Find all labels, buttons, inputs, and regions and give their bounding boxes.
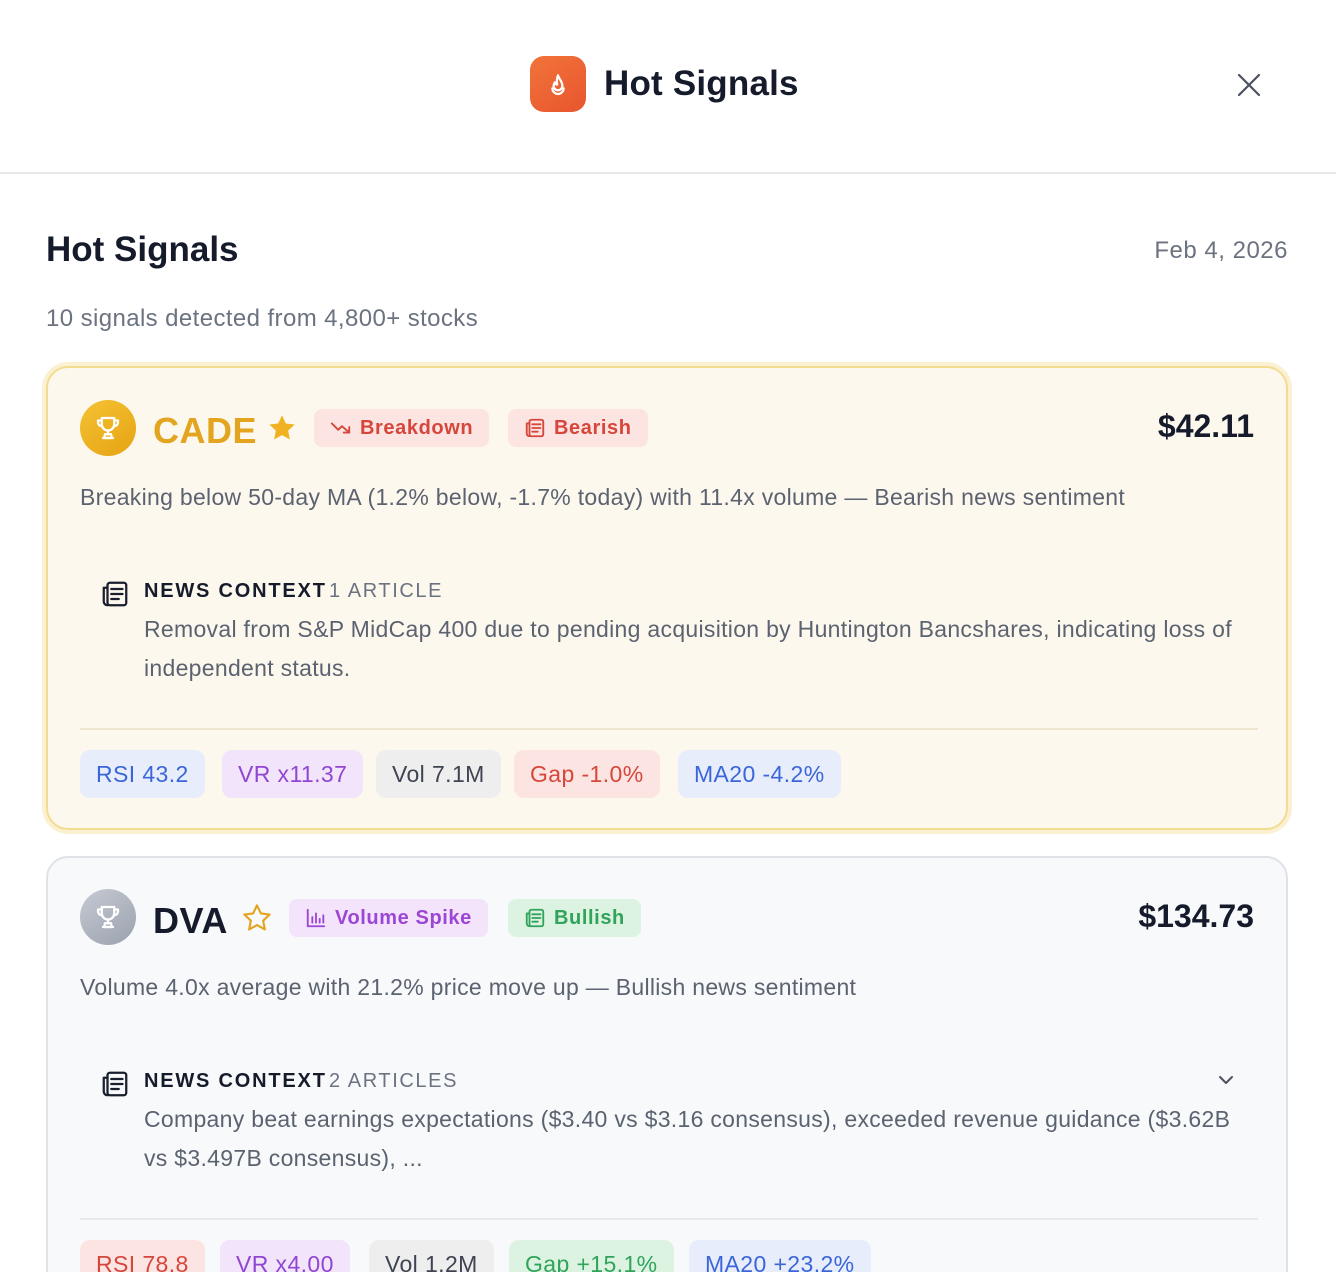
trophy-icon <box>80 889 136 945</box>
section-subtitle: 10 signals detected from 4,800+ stocks <box>46 305 479 332</box>
tag-label: Bearish <box>554 416 632 439</box>
chevron-down-icon[interactable] <box>1214 1068 1238 1092</box>
signal-card[interactable]: DVA Volume Spike Bullish $134.73 Volume … <box>46 856 1288 1272</box>
star-filled-icon[interactable] <box>266 412 298 444</box>
metric-vol: Vol 7.1M <box>376 750 501 798</box>
close-icon <box>1237 73 1261 97</box>
bar-chart-icon <box>306 908 326 928</box>
signal-description: Breaking below 50-day MA (1.2% below, -1… <box>80 484 1126 510</box>
metric-gap: Gap -1.0% <box>514 750 660 798</box>
news-context-label: NEWS CONTEXT <box>144 1070 327 1092</box>
ticker-symbol[interactable]: CADE <box>153 410 257 452</box>
divider <box>80 1218 1258 1220</box>
section-date: Feb 4, 2026 <box>1154 237 1288 264</box>
newspaper-icon <box>100 1069 130 1099</box>
star-outline-icon[interactable] <box>241 902 273 934</box>
tag-label: Breakdown <box>360 416 474 439</box>
sentiment-tag: Bearish <box>508 409 648 447</box>
metric-gap: Gap +15.1% <box>509 1240 674 1272</box>
close-button[interactable] <box>1232 68 1266 102</box>
signal-description: Volume 4.0x average with 21.2% price mov… <box>80 974 857 1000</box>
newspaper-icon <box>100 579 130 609</box>
ticker-symbol[interactable]: DVA <box>153 900 228 942</box>
metric-vol: Vol 1.2M <box>369 1240 494 1272</box>
sentiment-tag: Bullish <box>508 899 641 937</box>
header-brand: Hot Signals <box>530 56 799 112</box>
news-article-count: 2 ARTICLES <box>329 1070 459 1092</box>
newspaper-icon <box>525 908 545 928</box>
modal-header: Hot Signals <box>0 0 1336 174</box>
metric-ma20: MA20 -4.2% <box>678 750 841 798</box>
metric-vr: VR x11.37 <box>222 750 364 798</box>
metric-ma20: MA20 +23.2% <box>689 1240 871 1272</box>
tag-label: Bullish <box>554 906 625 929</box>
metric-vr: VR x4.00 <box>220 1240 350 1272</box>
metric-rsi: RSI 43.2 <box>80 750 205 798</box>
section-title: Hot Signals <box>46 230 239 269</box>
trend-down-icon <box>330 422 351 434</box>
news-summary: Removal from S&P MidCap 400 due to pendi… <box>144 616 1232 681</box>
metric-rsi: RSI 78.8 <box>80 1240 205 1272</box>
newspaper-icon <box>525 418 545 438</box>
news-summary: Company beat earnings expectations ($3.4… <box>144 1106 1231 1171</box>
price: $134.73 <box>1138 898 1254 934</box>
news-context-label: NEWS CONTEXT <box>144 580 327 602</box>
signal-type-tag: Breakdown <box>314 409 490 447</box>
price: $42.11 <box>1157 408 1254 444</box>
signal-type-tag: Volume Spike <box>289 899 488 937</box>
trophy-icon <box>80 400 136 456</box>
tag-label: Volume Spike <box>335 906 472 929</box>
signal-card[interactable]: CADE Breakdown Bearish $42.11 Breaking b… <box>46 366 1288 830</box>
modal-title: Hot Signals <box>604 64 799 103</box>
divider <box>80 728 1258 730</box>
flame-icon <box>530 56 586 112</box>
news-article-count: 1 ARTICLE <box>329 580 444 602</box>
